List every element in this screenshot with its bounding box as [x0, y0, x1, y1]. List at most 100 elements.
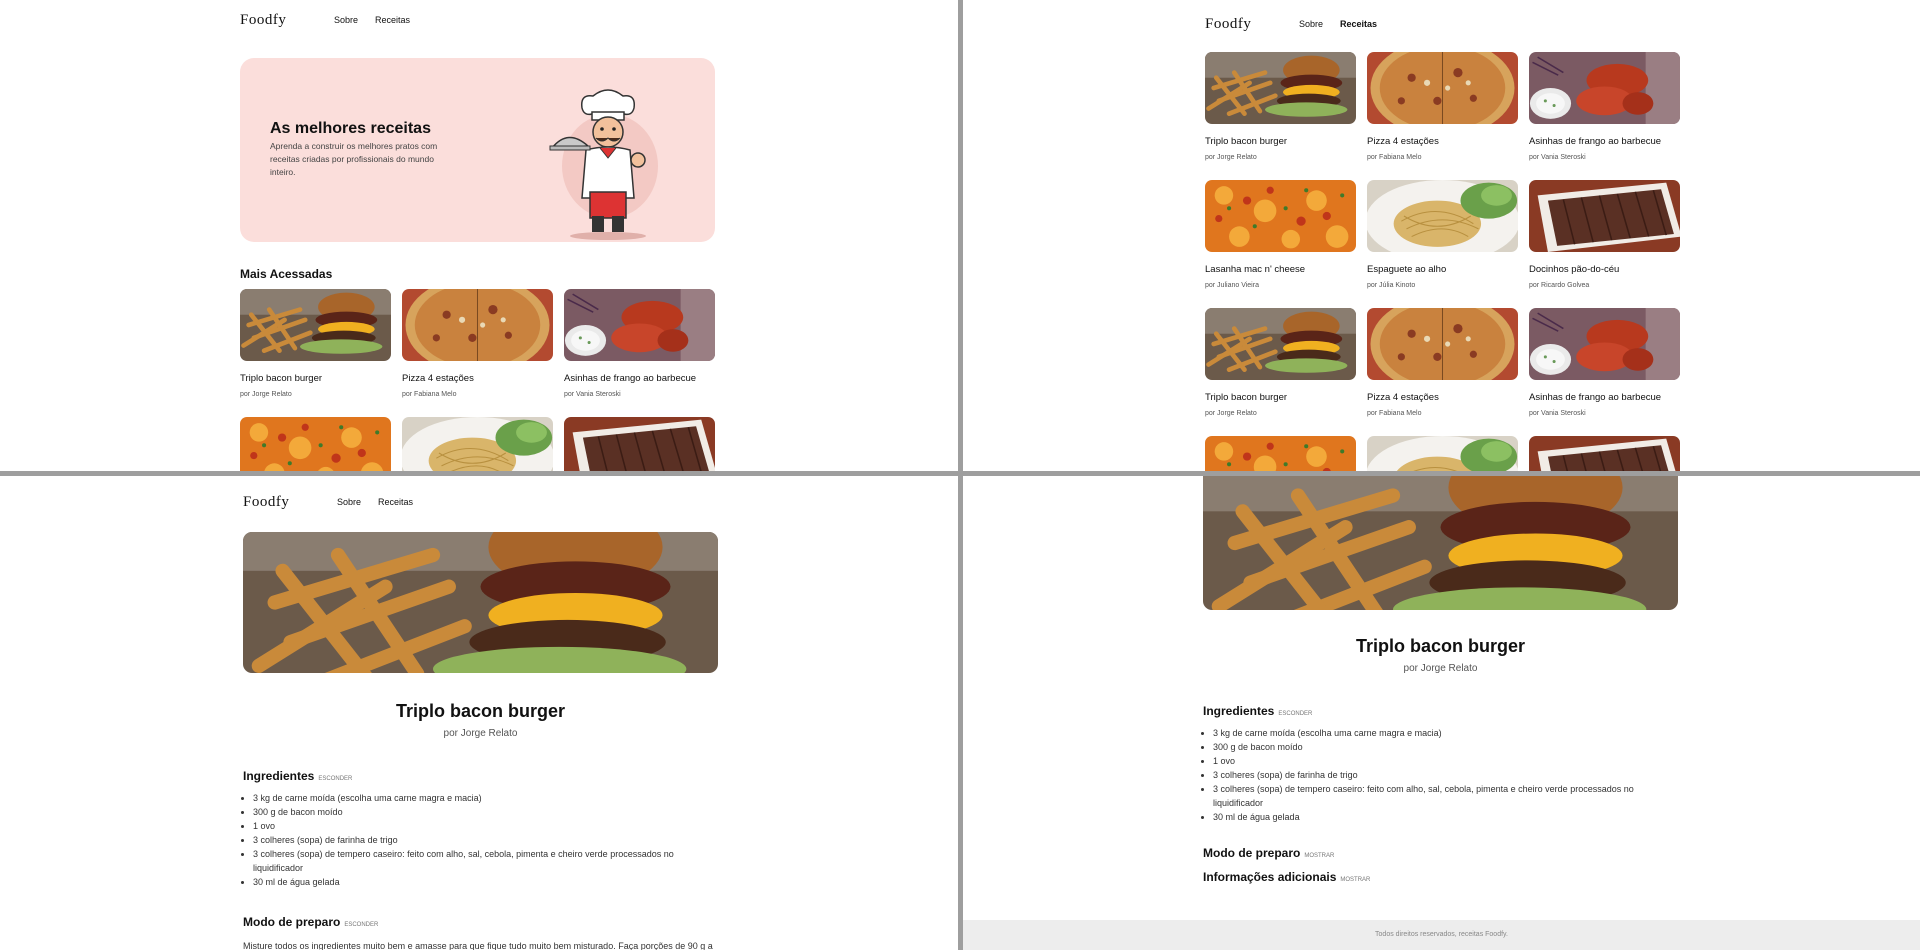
recipe-title: Triplo bacon burger: [1355, 636, 1525, 656]
recipe-image: [1367, 436, 1518, 471]
home-page-panel: Foodfy Sobre Receitas As melhores receit…: [0, 0, 958, 471]
recipe-image: [564, 289, 715, 361]
recipe-card[interactable]: Triplo bacon burger por Jorge Relato: [1205, 52, 1356, 180]
list-item: 3 colheres (sopa) de tempero caseiro: fe…: [253, 847, 718, 875]
footer: Todos direitos reservados, receitas Food…: [963, 920, 1920, 950]
recipes-page-panel: Foodfy Sobre Receitas Triplo bacon burge…: [963, 0, 1920, 471]
hide-preparation-toggle[interactable]: ESCONDER: [344, 922, 378, 928]
recipe-card[interactable]: Triplo bacon burger por Jorge Relato: [240, 289, 391, 417]
preparation-heading: Modo de preparo ESCONDER: [243, 915, 718, 929]
recipe-card[interactable]: [402, 417, 553, 471]
nav-link-recipes[interactable]: Receitas: [375, 15, 410, 25]
recipe-image: [1205, 308, 1356, 380]
top-nav: Foodfy Sobre Receitas: [1205, 14, 1680, 34]
recipe-image: [1529, 180, 1680, 252]
recipe-title: Triplo bacon burger: [1205, 136, 1288, 147]
recipe-card[interactable]: Lasanha mac n' cheese por Juliano Vieira: [1205, 180, 1356, 308]
recipe-author: por Ricardo Golvea: [1529, 282, 1590, 289]
hide-ingredients-toggle[interactable]: ESCONDER: [318, 776, 352, 782]
recipe-title: Pizza 4 estações: [402, 373, 474, 384]
recipe-image: [1367, 180, 1518, 252]
recipe-image: [1205, 180, 1356, 252]
ingredients-title: Ingredientes: [1203, 704, 1275, 718]
logo[interactable]: Foodfy: [243, 494, 337, 511]
list-item: 3 colheres (sopa) de tempero caseiro: fe…: [1213, 782, 1678, 810]
nav-link-about[interactable]: Sobre: [1299, 19, 1323, 29]
recipe-title: Asinhas de frango ao barbecue: [1529, 392, 1662, 403]
recipe-card[interactable]: [1529, 436, 1680, 471]
recipe-card[interactable]: Pizza 4 estações por Fabiana Melo: [402, 289, 553, 417]
recipe-author: por Fabiana Melo: [1367, 410, 1422, 417]
extra-info-title: Informações adicionais: [1203, 870, 1337, 884]
ingredients-list: 3 kg de carne moída (escolha uma carne m…: [243, 791, 718, 889]
recipe-title: Asinhas de frango ao barbecue: [564, 373, 697, 384]
ingredients-heading: Ingredientes ESCONDER: [243, 769, 718, 783]
recipe-detail-scrolled-panel: Triplo bacon burger por Jorge Relato Ing…: [963, 476, 1920, 950]
recipe-title: Triplo bacon burger: [395, 701, 565, 721]
recipe-author: por Júlia Kinoto: [1367, 282, 1416, 289]
ingredients-list: 3 kg de carne moída (escolha uma carne m…: [1203, 726, 1678, 824]
recipe-image: [1205, 436, 1356, 471]
preparation-text: Misture todos os ingredientes muito bem …: [243, 941, 713, 950]
recipe-card[interactable]: Pizza 4 estações por Fabiana Melo: [1367, 52, 1518, 180]
list-item: 1 ovo: [1213, 754, 1678, 768]
nav-link-recipes[interactable]: Receitas: [378, 497, 413, 507]
logo[interactable]: Foodfy: [240, 12, 334, 29]
recipe-card[interactable]: [240, 417, 391, 471]
list-item: 3 colheres (sopa) de farinha de trigo: [1213, 768, 1678, 782]
nav-link-about[interactable]: Sobre: [337, 497, 361, 507]
recipe-author: por Jorge Relato: [443, 728, 518, 739]
recipe-card[interactable]: Asinhas de frango ao barbecue por Vania …: [1529, 308, 1680, 436]
list-item: 300 g de bacon moído: [253, 805, 718, 819]
chef-illustration: [549, 89, 658, 240]
recipe-author: por Jorge Relato: [1205, 154, 1257, 161]
preparation-heading: Modo de preparo MOSTRAR: [1203, 846, 1678, 860]
recipe-image: [402, 289, 553, 361]
recipe-image: [1367, 308, 1518, 380]
recipe-image: [240, 289, 391, 361]
recipe-author: por Fabiana Melo: [1367, 154, 1422, 161]
nav-link-recipes[interactable]: Receitas: [1340, 19, 1377, 29]
recipe-title: Pizza 4 estações: [1367, 392, 1439, 403]
nav-link-about[interactable]: Sobre: [334, 15, 358, 25]
recipe-title: Triplo bacon burger: [240, 373, 323, 384]
recipe-title: Espaguete ao alho: [1367, 264, 1447, 275]
recipe-card[interactable]: Asinhas de frango ao barbecue por Vania …: [1529, 52, 1680, 180]
recipe-card[interactable]: Triplo bacon burger por Jorge Relato: [1205, 308, 1356, 436]
recipe-author: por Jorge Relato: [240, 391, 292, 398]
recipe-card[interactable]: [1367, 436, 1518, 471]
hero-text: Aprenda a construir os melhores pratos c…: [270, 141, 438, 177]
recipe-card[interactable]: Asinhas de frango ao barbecue por Vania …: [564, 289, 715, 417]
list-item: 300 g de bacon moído: [1213, 740, 1678, 754]
logo[interactable]: Foodfy: [1205, 16, 1299, 33]
list-item: 1 ovo: [253, 819, 718, 833]
ingredients-title: Ingredientes: [243, 769, 315, 783]
recipe-image: [1529, 52, 1680, 124]
list-item: 3 kg de carne moída (escolha uma carne m…: [253, 791, 718, 805]
ingredients-heading: Ingredientes ESCONDER: [1203, 704, 1678, 718]
hide-ingredients-toggle[interactable]: ESCONDER: [1278, 711, 1312, 717]
recipe-card[interactable]: Espaguete ao alho por Júlia Kinoto: [1367, 180, 1518, 308]
preparation-title: Modo de preparo: [243, 915, 341, 929]
recipe-card[interactable]: Pizza 4 estações por Fabiana Melo: [1367, 308, 1518, 436]
recipe-card[interactable]: Docinhos pão-do-céu por Ricardo Golvea: [1529, 180, 1680, 308]
show-extra-info-toggle[interactable]: MOSTRAR: [1340, 877, 1370, 883]
recipe-author: por Juliano Vieira: [1205, 282, 1259, 289]
top-nav: Foodfy Sobre Receitas: [240, 10, 715, 30]
recipe-image: [402, 417, 553, 471]
list-item: 30 ml de água gelada: [253, 875, 718, 889]
extra-info-heading: Informações adicionais MOSTRAR: [1203, 870, 1678, 884]
recipe-title: Docinhos pão-do-céu: [1529, 264, 1620, 275]
recipe-title: Lasanha mac n' cheese: [1205, 264, 1306, 275]
recipe-image: [564, 417, 715, 471]
footer-text: Todos direitos reservados, receitas Food…: [1375, 931, 1508, 938]
recipes-grid: Triplo bacon burger por Jorge Relato Piz…: [1205, 52, 1680, 471]
recipe-card[interactable]: [1205, 436, 1356, 471]
popular-recipes-grid: Triplo bacon burger por Jorge Relato Piz…: [240, 289, 715, 471]
show-preparation-toggle[interactable]: MOSTRAR: [1304, 853, 1334, 859]
top-nav: Foodfy Sobre Receitas: [243, 492, 718, 512]
recipe-author: por Fabiana Melo: [402, 391, 457, 398]
recipe-card[interactable]: [564, 417, 715, 471]
hero-title: As melhores receitas: [270, 120, 431, 137]
list-item: 3 colheres (sopa) de farinha de trigo: [253, 833, 718, 847]
